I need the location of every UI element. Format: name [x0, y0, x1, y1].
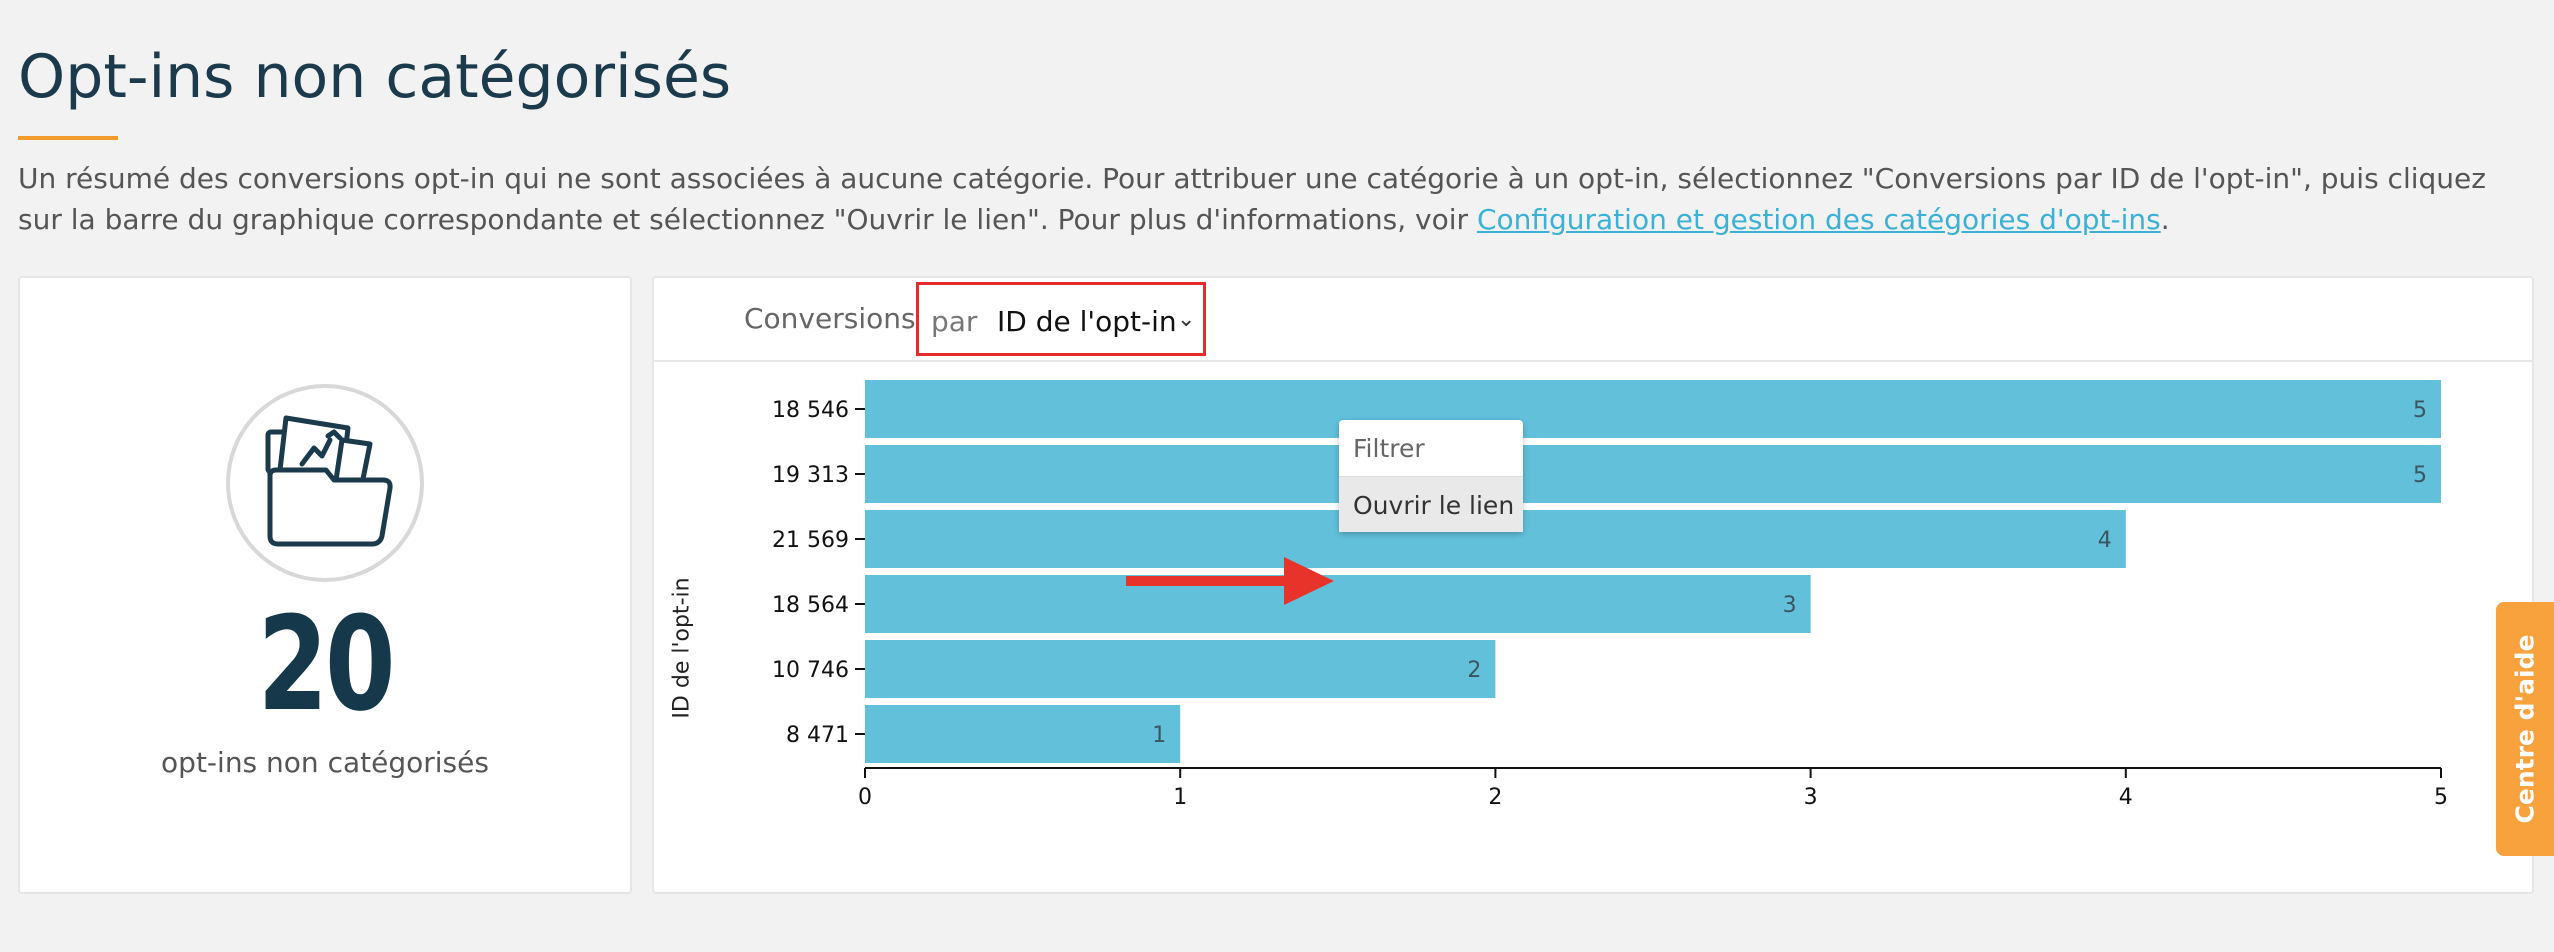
x-tick-label: 4: [2119, 785, 2133, 810]
chart-card: Conversions par ID de l'opt-in ⌄ ID de l…: [652, 276, 2534, 894]
folder-icon: [265, 415, 393, 547]
y-tick-label: 8 471: [786, 723, 849, 748]
y-tick-label: 18 564: [772, 593, 849, 618]
x-tick-label: 5: [2434, 785, 2448, 810]
chart-header: Conversions par ID de l'opt-in ⌄: [654, 278, 2532, 362]
bar-8471[interactable]: [865, 705, 1181, 763]
x-tick-label: 3: [1804, 785, 1818, 810]
x-tick-label: 0: [858, 785, 872, 810]
y-tick-label: 19 313: [772, 463, 849, 488]
bar-19313[interactable]: [865, 445, 2441, 503]
bar-value-label: 5: [2413, 463, 2427, 488]
bar-value-label: 2: [1467, 658, 1481, 683]
bar-18564[interactable]: [865, 575, 1811, 633]
par-label: par: [931, 305, 978, 338]
page-title: Opt-ins non catégorisés: [18, 42, 732, 112]
help-center-label: Centre d'aide: [2510, 634, 2540, 824]
page-description: Un résumé des conversions opt-in qui ne …: [18, 158, 2518, 240]
x-tick-label: 1: [1173, 785, 1187, 810]
description-end: .: [2160, 203, 2170, 236]
bar-value-label: 3: [1783, 593, 1797, 618]
y-tick-label: 10 746: [772, 658, 849, 683]
summary-label: opt-ins non catégorisés: [161, 746, 489, 779]
summary-card: 20 opt-ins non catégorisés: [18, 276, 632, 894]
icon-circle: [226, 384, 424, 582]
help-center-tab[interactable]: Centre d'aide: [2496, 602, 2554, 856]
title-underline: [18, 136, 118, 140]
group-by-selector[interactable]: par ID de l'opt-in ⌄: [916, 282, 1206, 356]
bar-value-label: 5: [2413, 398, 2427, 423]
bar-chart: 5 5 4 3 2 1 18 546 19 313 21 569 18 564 10 746 8 4…: [772, 380, 2448, 810]
chevron-down-icon[interactable]: ⌄: [1177, 307, 1195, 332]
group-by-dropdown[interactable]: ID de l'opt-in: [997, 305, 1177, 338]
bar-18546[interactable]: [865, 380, 2441, 438]
bar-value-label: 1: [1152, 723, 1166, 748]
menu-item-open-link[interactable]: Ouvrir le lien: [1339, 476, 1523, 532]
context-menu: Filtrer Ouvrir le lien: [1339, 420, 1523, 532]
menu-item-filter[interactable]: Filtrer: [1339, 420, 1523, 476]
y-tick-label: 21 569: [772, 528, 849, 553]
y-tick-label: 18 546: [772, 398, 849, 423]
uncategorized-count: 20: [257, 588, 396, 740]
bar-value-label: 4: [2098, 528, 2112, 553]
conversions-label: Conversions: [744, 302, 916, 335]
x-tick-label: 2: [1488, 785, 1502, 810]
bar-10746[interactable]: [865, 640, 1496, 698]
help-article-link[interactable]: Configuration et gestion des catégories …: [1477, 203, 2161, 236]
